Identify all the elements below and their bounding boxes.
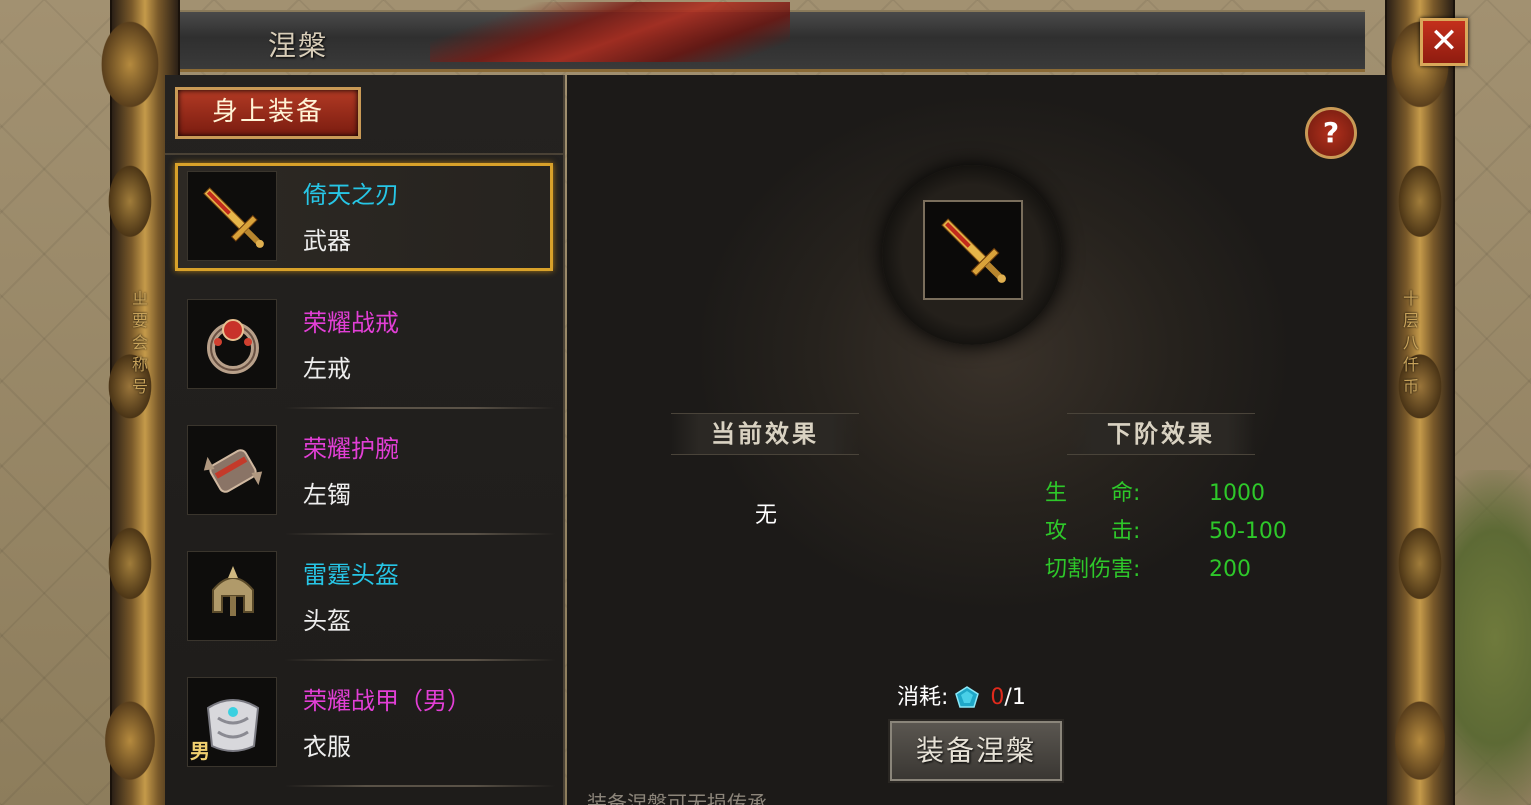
- stat-label: 攻 击:: [1045, 519, 1141, 544]
- stat-label: 生 命:: [1045, 481, 1141, 506]
- helmet-icon: [187, 551, 277, 641]
- equipment-list-item[interactable]: 男 荣耀战甲（男） 衣服: [175, 669, 555, 787]
- equipment-list-item[interactable]: 荣耀战戒 左戒: [175, 291, 555, 409]
- nirvana-detail-panel: ? 当前效果 下阶效果 无 生 命: 1000 攻 击: 50-100 切割伤害: 2…: [567, 75, 1387, 805]
- ring-icon: [187, 299, 277, 389]
- item-name: 倚天之刃: [303, 181, 399, 209]
- right-frame-text: 十层八仟币: [1400, 290, 1419, 400]
- divider: [285, 785, 555, 787]
- item-slot: 武器: [303, 227, 351, 255]
- close-button[interactable]: ✕: [1420, 18, 1468, 66]
- hint-text: 装备涅槃可无损传承: [587, 791, 767, 805]
- divider: [285, 407, 555, 409]
- title-ribbon-decoration: [430, 2, 790, 62]
- divider: [285, 533, 555, 535]
- help-button[interactable]: ?: [1305, 107, 1357, 159]
- item-name: 荣耀护腕: [303, 435, 399, 463]
- gem-icon: [954, 685, 980, 711]
- equipment-list-item[interactable]: 倚天之刃 武器: [175, 163, 553, 271]
- item-slot: 衣服: [303, 733, 351, 761]
- item-name: 雷霆头盔: [303, 561, 399, 589]
- item-name: 荣耀战戒: [303, 309, 399, 337]
- stat-value: 200: [1209, 557, 1251, 582]
- equipment-list-panel: 身上装备 倚天之刃 武器 荣耀战戒 左戒 荣耀护腕 左镯 雷霆头盔 头盔 男 荣…: [165, 75, 565, 805]
- divider: [165, 153, 565, 155]
- equipment-list-item[interactable]: 雷霆头盔 头盔: [175, 543, 555, 661]
- bracer-icon: [187, 425, 277, 515]
- current-effect-header: 当前效果: [671, 413, 859, 455]
- selected-item-slot[interactable]: [923, 200, 1023, 300]
- stat-row: 生 命: 1000: [1045, 475, 1265, 507]
- item-slot: 头盔: [303, 607, 351, 635]
- title-bar: 涅槃: [180, 2, 1365, 72]
- stat-row: 切割伤害: 200: [1045, 551, 1251, 583]
- cost-need: /1: [1004, 685, 1026, 710]
- equip-nirvana-button[interactable]: 装备涅槃: [888, 719, 1064, 783]
- left-frame-text: ㄓ要会称号: [129, 290, 148, 400]
- gender-tag: 男: [190, 739, 210, 763]
- item-slot: 左戒: [303, 355, 351, 383]
- tab-equipped-items[interactable]: 身上装备: [175, 87, 361, 139]
- armor-icon: 男: [187, 677, 277, 767]
- divider: [285, 659, 555, 661]
- stat-row: 攻 击: 50-100: [1045, 513, 1287, 545]
- stat-value: 1000: [1209, 481, 1265, 506]
- current-effect-value: 无: [755, 503, 778, 528]
- item-slot: 左镯: [303, 481, 351, 509]
- window-title: 涅槃: [268, 29, 329, 62]
- cost-label: 消耗:: [897, 685, 949, 710]
- next-effect-header: 下阶效果: [1067, 413, 1255, 455]
- stat-value: 50-100: [1209, 519, 1287, 544]
- sword-icon: [187, 171, 277, 261]
- equipment-list-item[interactable]: 荣耀护腕 左镯: [175, 417, 555, 535]
- cost-have: 0: [990, 685, 1005, 710]
- stat-label: 切割伤害:: [1045, 557, 1141, 582]
- item-name: 荣耀战甲（男）: [303, 687, 471, 715]
- cost-row: 消耗: 0/1: [897, 679, 1026, 711]
- sword-icon: [941, 218, 1006, 283]
